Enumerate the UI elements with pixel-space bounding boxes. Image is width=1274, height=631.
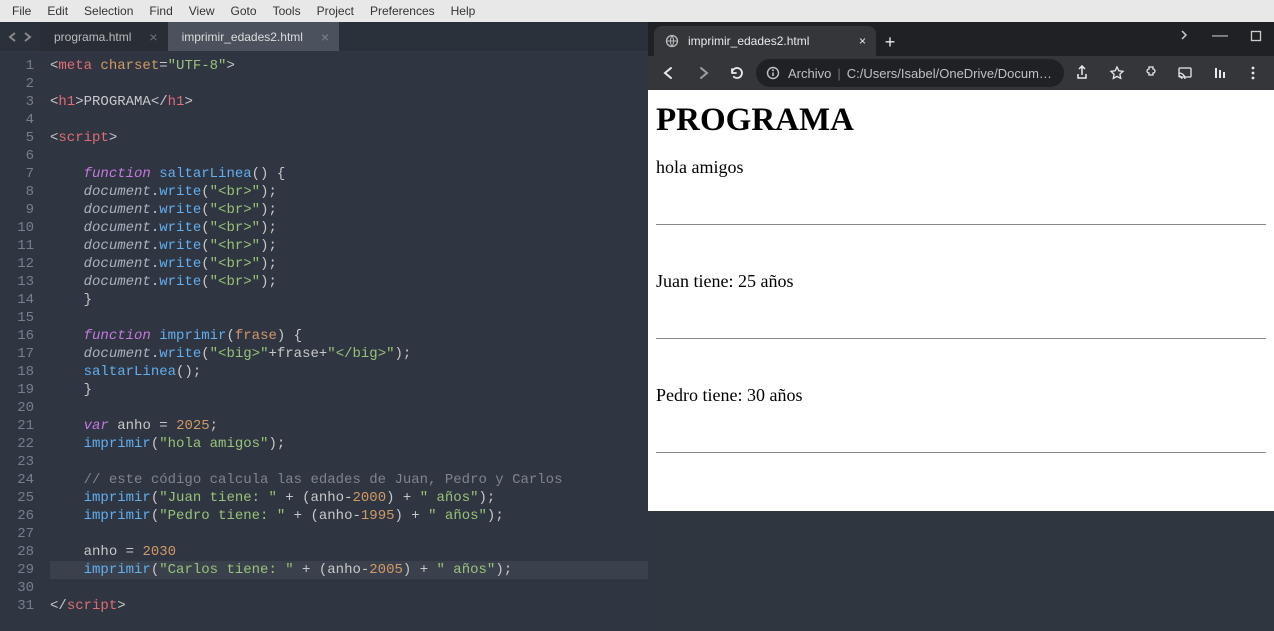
url-scheme-label: Archivo — [788, 66, 831, 81]
browser-pane: imprimir_edades2.html × + — — [648, 22, 1274, 511]
menu-file[interactable]: File — [4, 4, 39, 18]
extensions-button[interactable] — [1136, 58, 1166, 88]
menu-goto[interactable]: Goto — [223, 4, 265, 18]
new-tab-button[interactable]: + — [876, 28, 904, 56]
menu-selection[interactable]: Selection — [76, 4, 141, 18]
browser-tab-close-icon[interactable]: × — [853, 34, 866, 48]
menu-view[interactable]: View — [181, 4, 223, 18]
browser-toolbar: Archivo | C:/Users/Isabel/OneDrive/Docum… — [648, 56, 1274, 90]
media-control-button[interactable] — [1204, 58, 1234, 88]
site-info-icon[interactable] — [766, 66, 780, 80]
browser-tabstrip: imprimir_edades2.html × + — — [648, 22, 1274, 56]
page-icon — [664, 33, 680, 49]
forward-button[interactable] — [688, 58, 718, 88]
code-area[interactable]: 1234567891011121314151617181920212223242… — [0, 51, 648, 631]
tab-imprimir-edades2[interactable]: imprimir_edades2.html × — [168, 22, 340, 51]
address-bar[interactable]: Archivo | C:/Users/Isabel/OneDrive/Docum… — [756, 59, 1064, 87]
window-maximize-button[interactable] — [1238, 22, 1274, 50]
editor-tabbar: programa.html × imprimir_edades2.html × — [0, 22, 648, 51]
menu-edit[interactable]: Edit — [39, 4, 76, 18]
window-minimize-button[interactable] — [1166, 22, 1202, 50]
cast-button[interactable] — [1170, 58, 1200, 88]
menu-tools[interactable]: Tools — [265, 4, 309, 18]
tab-label: imprimir_edades2.html — [182, 30, 303, 44]
tab-label: programa.html — [54, 30, 131, 44]
browser-tab[interactable]: imprimir_edades2.html × — [654, 26, 876, 56]
tab-close-icon[interactable]: × — [321, 29, 329, 45]
tab-close-icon[interactable]: × — [149, 29, 157, 45]
browser-tab-title: imprimir_edades2.html — [688, 34, 853, 48]
output-line-3: Pedro tiene: 30 años — [656, 385, 802, 405]
tab-programa[interactable]: programa.html × — [40, 22, 168, 51]
bookmark-star-button[interactable] — [1102, 58, 1132, 88]
empty-area — [648, 511, 1274, 631]
menu-help[interactable]: Help — [443, 4, 484, 18]
code-content[interactable]: <meta charset="UTF-8"><h1>PROGRAMA</h1><… — [44, 51, 648, 631]
menu-button[interactable] — [1238, 58, 1268, 88]
share-button[interactable] — [1068, 58, 1098, 88]
line-number-gutter: 1234567891011121314151617181920212223242… — [0, 51, 44, 631]
url-text: C:/Users/Isabel/OneDrive/Docum… — [847, 66, 1054, 81]
page-content: PROGRAMA hola amigos Juan tiene: 25 años… — [648, 90, 1274, 511]
menu-preferences[interactable]: Preferences — [362, 4, 443, 18]
menu-project[interactable]: Project — [309, 4, 362, 18]
back-button[interactable] — [654, 58, 684, 88]
reload-button[interactable] — [722, 58, 752, 88]
output-line-2: Juan tiene: 25 años — [656, 271, 793, 291]
nav-fwd-icon[interactable] — [21, 31, 33, 43]
window-line-button[interactable]: — — [1202, 22, 1238, 50]
editor-pane: programa.html × imprimir_edades2.html × … — [0, 22, 648, 631]
menu-find[interactable]: Find — [141, 4, 180, 18]
tab-nav — [0, 31, 40, 43]
output-line-1: hola amigos — [656, 157, 744, 177]
page-heading: PROGRAMA — [656, 102, 1266, 139]
url-divider: | — [831, 66, 846, 81]
nav-back-icon[interactable] — [7, 31, 19, 43]
menubar: File Edit Selection Find View Goto Tools… — [0, 0, 1274, 22]
